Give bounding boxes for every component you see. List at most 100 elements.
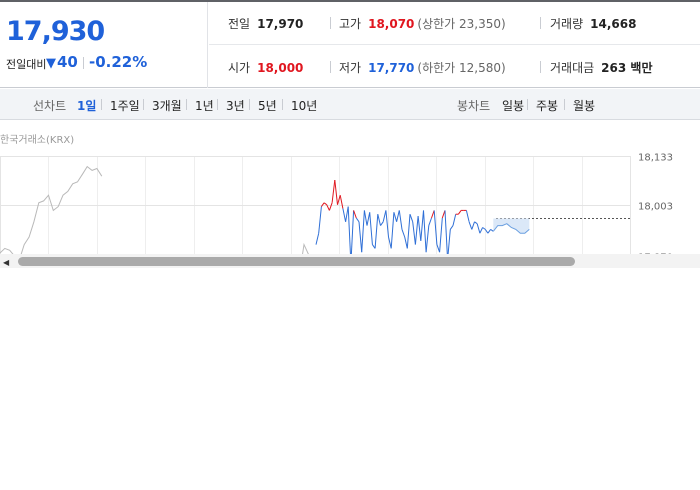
series-segment-down [412,221,416,245]
series-segment-up [323,202,327,206]
divider [540,17,541,29]
series-segment-up [353,210,357,219]
series-segment-down [428,217,432,226]
change-amount: ▼40 [46,53,78,71]
y-tick-label: 18,003 [638,202,673,213]
series-segment-down [350,210,355,254]
series-segment-down [377,214,381,226]
series-segment-down [347,206,351,254]
divider [330,17,331,29]
series-segment-up [339,195,344,209]
series-segment-down [406,214,411,249]
scroll-thumb[interactable] [18,257,575,266]
high-label: 고가 [339,17,362,31]
tab-10y[interactable]: 10년 [291,97,317,114]
series-segment-down [404,236,408,249]
divider [143,99,144,110]
tab-1y[interactable]: 1년 [195,97,214,114]
line-chart-label: 선차트 [33,99,67,113]
tab-3y[interactable]: 3년 [226,97,245,114]
series-segment-down [414,216,419,245]
tab-monthly-candle[interactable]: 월봉 [573,97,595,114]
divider [83,57,84,69]
series-segment-down [425,225,430,253]
series-segment-up [328,202,333,211]
series-segment-down [474,221,478,225]
volume-value: 14,668 [590,17,637,31]
series-segment-down [479,227,484,234]
change-amount-value: 40 [57,53,78,71]
row-divider [209,44,700,45]
tab-1w[interactable]: 1주일 [110,97,140,114]
divider [540,61,541,73]
series-segment-down [439,217,443,253]
current-price: 17,930 [6,16,105,47]
series-segment-down [423,210,427,253]
series-segment-down [444,210,448,254]
low-label: 저가 [339,61,362,75]
divider [186,99,187,110]
divider [282,99,283,110]
series-segment-down [393,212,398,222]
high-value: 18,070 [368,17,415,31]
tab-3m[interactable]: 3개월 [152,97,182,114]
series-segment-down [447,229,451,254]
prev-close-value: 17,970 [257,17,304,31]
series-segment-up [320,202,325,207]
series-segment-down [390,212,395,249]
divider [101,99,102,110]
series-segment-down [420,210,424,241]
tab-1d[interactable]: 1일 [77,97,96,114]
series-segment-down [369,212,373,245]
series-segment-up [334,179,338,205]
prev-close: 전일 17,970 [228,15,303,32]
y-tick-label: 18,133 [638,153,673,164]
series-segment-down [465,210,470,222]
series-line-premarket [302,242,309,254]
candle-chart-label: 봉차트 [457,99,491,113]
down-triangle-icon: ▼ [46,56,56,71]
upper-limit: (상한가 23,350) [417,17,506,31]
open-value: 18,000 [257,61,304,75]
tab-5y[interactable]: 5년 [258,97,277,114]
chart-source: 한국거래소(KRX) [0,135,75,146]
series-segment-down [318,206,322,234]
series-segment-down [417,216,422,241]
divider [217,99,218,110]
low-value: 17,770 [368,61,415,75]
quote-summary: 17,930 전일대비 ▼40 -0.22% 전일 17,970 고가 18,070… [0,2,700,88]
tab-weekly-candle[interactable]: 주봉 [536,97,558,114]
series-segment-down [374,214,379,249]
divider [564,99,565,110]
tab-daily-candle[interactable]: 일봉 [502,97,524,114]
scroll-left-arrow-icon[interactable]: ◀ [3,258,9,267]
series-segment-up [331,179,336,203]
series-segment-down [315,233,320,245]
high: 고가 18,070 (상한가 23,350) [339,15,506,32]
trade-amount-value: 263 백만 [601,61,653,75]
series-segment-down [396,210,400,222]
trade-amount-label: 거래대금 [550,61,595,75]
series-line-early [0,165,103,254]
price-chart: 18,13318,00317,870 [0,153,673,254]
series-segment-down [449,225,454,230]
divider [527,99,528,110]
open-label: 시가 [228,61,251,75]
series-segment-down [382,210,387,222]
series-segment-down [398,210,403,230]
series-segment-down [342,208,347,222]
volume-label: 거래량 [550,17,584,31]
series-segment-down [468,221,473,230]
series-segment-down [361,210,365,253]
price-box: 17,930 전일대비 ▼40 -0.22% [0,2,208,88]
series-segment-down [355,217,360,223]
change-label: 전일대비 [6,58,47,71]
series-segment-down [452,214,457,226]
series-segment-down [409,214,414,222]
series-segment-down [487,229,492,234]
series-segment-up [457,210,462,215]
series-segment-down [471,221,475,230]
series-segment-down [358,221,363,253]
low: 저가 17,770 (하한가 12,580) [339,59,506,76]
divider [330,61,331,73]
